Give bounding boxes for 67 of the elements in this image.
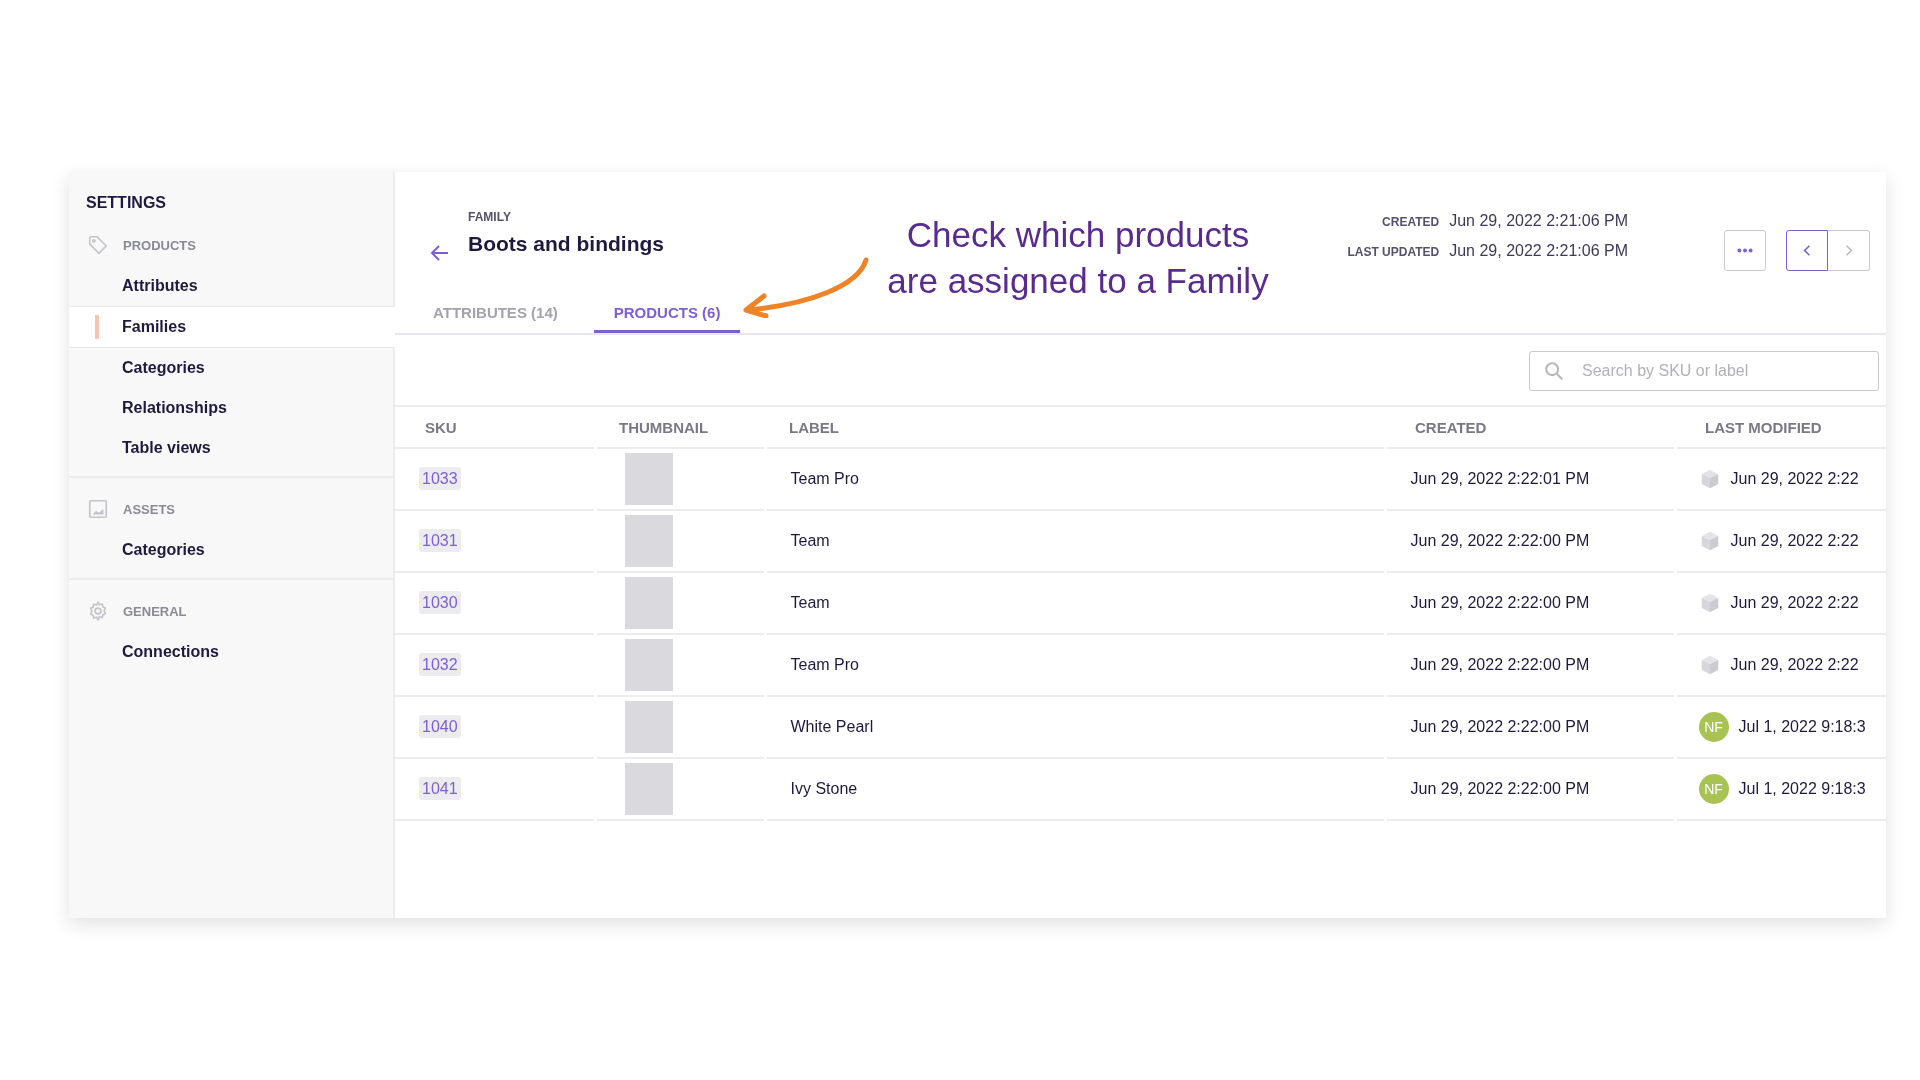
- tab[interactable]: PRODUCTS (6): [593, 294, 741, 333]
- user-avatar: NF: [1698, 712, 1729, 742]
- updated-label: LAST UPDATED: [1347, 245, 1440, 259]
- annotation-text: are assigned to a Family: [886, 260, 1270, 302]
- modified-cell: Jun 29, 2022 2:22: [1730, 532, 1859, 550]
- modified-cell: Jun 29, 2022 2:22: [1730, 594, 1859, 612]
- created-cell: Jun 29, 2022 2:22:00 PM: [1410, 594, 1590, 611]
- user-avatar: NF: [1698, 774, 1729, 804]
- sidebar-item[interactable]: Relationships: [69, 388, 393, 428]
- label-cell: Team: [790, 594, 830, 611]
- page-title: Boots and bindings: [468, 232, 665, 256]
- photo-placeholder: [624, 763, 673, 815]
- photo-placeholder: [624, 577, 673, 629]
- label-cell: Ivy Stone: [790, 780, 858, 797]
- modified-cell: Jul 1, 2022 9:18:3: [1738, 780, 1866, 798]
- photo-placeholder: [624, 701, 673, 753]
- created-cell: Jun 29, 2022 2:22:01 PM: [1410, 470, 1590, 487]
- sidebar-title: SETTINGS: [85, 194, 167, 212]
- label-cell: Team Pro: [790, 656, 859, 673]
- column-header: CREATED: [1385, 407, 1675, 448]
- sidebar-item[interactable]: Categories: [69, 348, 393, 388]
- sidebar-item[interactable]: Categories: [69, 530, 393, 570]
- photo-placeholder: [624, 515, 673, 567]
- modified-cell: Jun 29, 2022 2:22: [1730, 470, 1859, 488]
- created-date: Jun 29, 2022 2:21:06 PM: [1449, 212, 1628, 230]
- previous-button[interactable]: [1786, 230, 1828, 271]
- more-icon: [1737, 248, 1753, 253]
- tag-icon: [87, 234, 109, 256]
- created-cell: Jun 29, 2022 2:22:00 PM: [1410, 656, 1590, 673]
- label-cell: White Pearl: [790, 718, 874, 735]
- modified-cell: Jul 1, 2022 9:18:3: [1738, 718, 1866, 736]
- updated-date: Jun 29, 2022 2:21:06 PM: [1449, 242, 1628, 260]
- photo-placeholder: [624, 639, 673, 691]
- sidebar-item[interactable]: Connections: [69, 632, 393, 672]
- sidebar-item[interactable]: Table views: [69, 428, 393, 468]
- sku-link[interactable]: 1033: [419, 467, 461, 490]
- sidebar-item[interactable]: Families: [69, 306, 395, 348]
- column-header: SKU: [395, 407, 595, 448]
- section-heading: ASSETS: [123, 501, 175, 517]
- sku-link[interactable]: 1041: [419, 777, 461, 800]
- sku-link[interactable]: 1030: [419, 591, 461, 614]
- created-cell: Jun 29, 2022 2:22:00 PM: [1410, 532, 1590, 549]
- sku-link[interactable]: 1031: [419, 529, 461, 552]
- created-label: CREATED: [1381, 215, 1440, 229]
- section-heading: PRODUCTS: [123, 237, 196, 253]
- created-cell: Jun 29, 2022 2:22:00 PM: [1410, 718, 1590, 735]
- label-cell: Team: [790, 532, 830, 549]
- chevron-right-icon: [1844, 244, 1853, 257]
- column-header: LABEL: [765, 407, 1385, 448]
- sku-link[interactable]: 1040: [419, 715, 461, 738]
- sku-link[interactable]: 1032: [419, 653, 461, 676]
- column-header: THUMBNAIL: [595, 407, 765, 448]
- image-icon: [87, 498, 109, 520]
- column-header: LAST MODIFIED: [1675, 407, 1886, 448]
- sidebar-item[interactable]: Attributes: [69, 266, 393, 306]
- section-heading: GENERAL: [123, 603, 187, 619]
- created-cell: Jun 29, 2022 2:22:00 PM: [1410, 780, 1590, 797]
- settings-icon: [87, 600, 109, 622]
- annotation-text: Check which products: [905, 214, 1251, 256]
- tab[interactable]: ATTRIBUTES (14): [433, 294, 578, 333]
- chevron-left-icon: [1803, 244, 1811, 257]
- search-field[interactable]: Search by SKU or label: [1529, 351, 1879, 391]
- photo-placeholder: [624, 453, 673, 505]
- search-icon: [1543, 360, 1565, 382]
- label-cell: Team Pro: [790, 470, 859, 487]
- modified-cell: Jun 29, 2022 2:22: [1730, 656, 1859, 674]
- page-eyebrow: FAMILY: [468, 210, 512, 224]
